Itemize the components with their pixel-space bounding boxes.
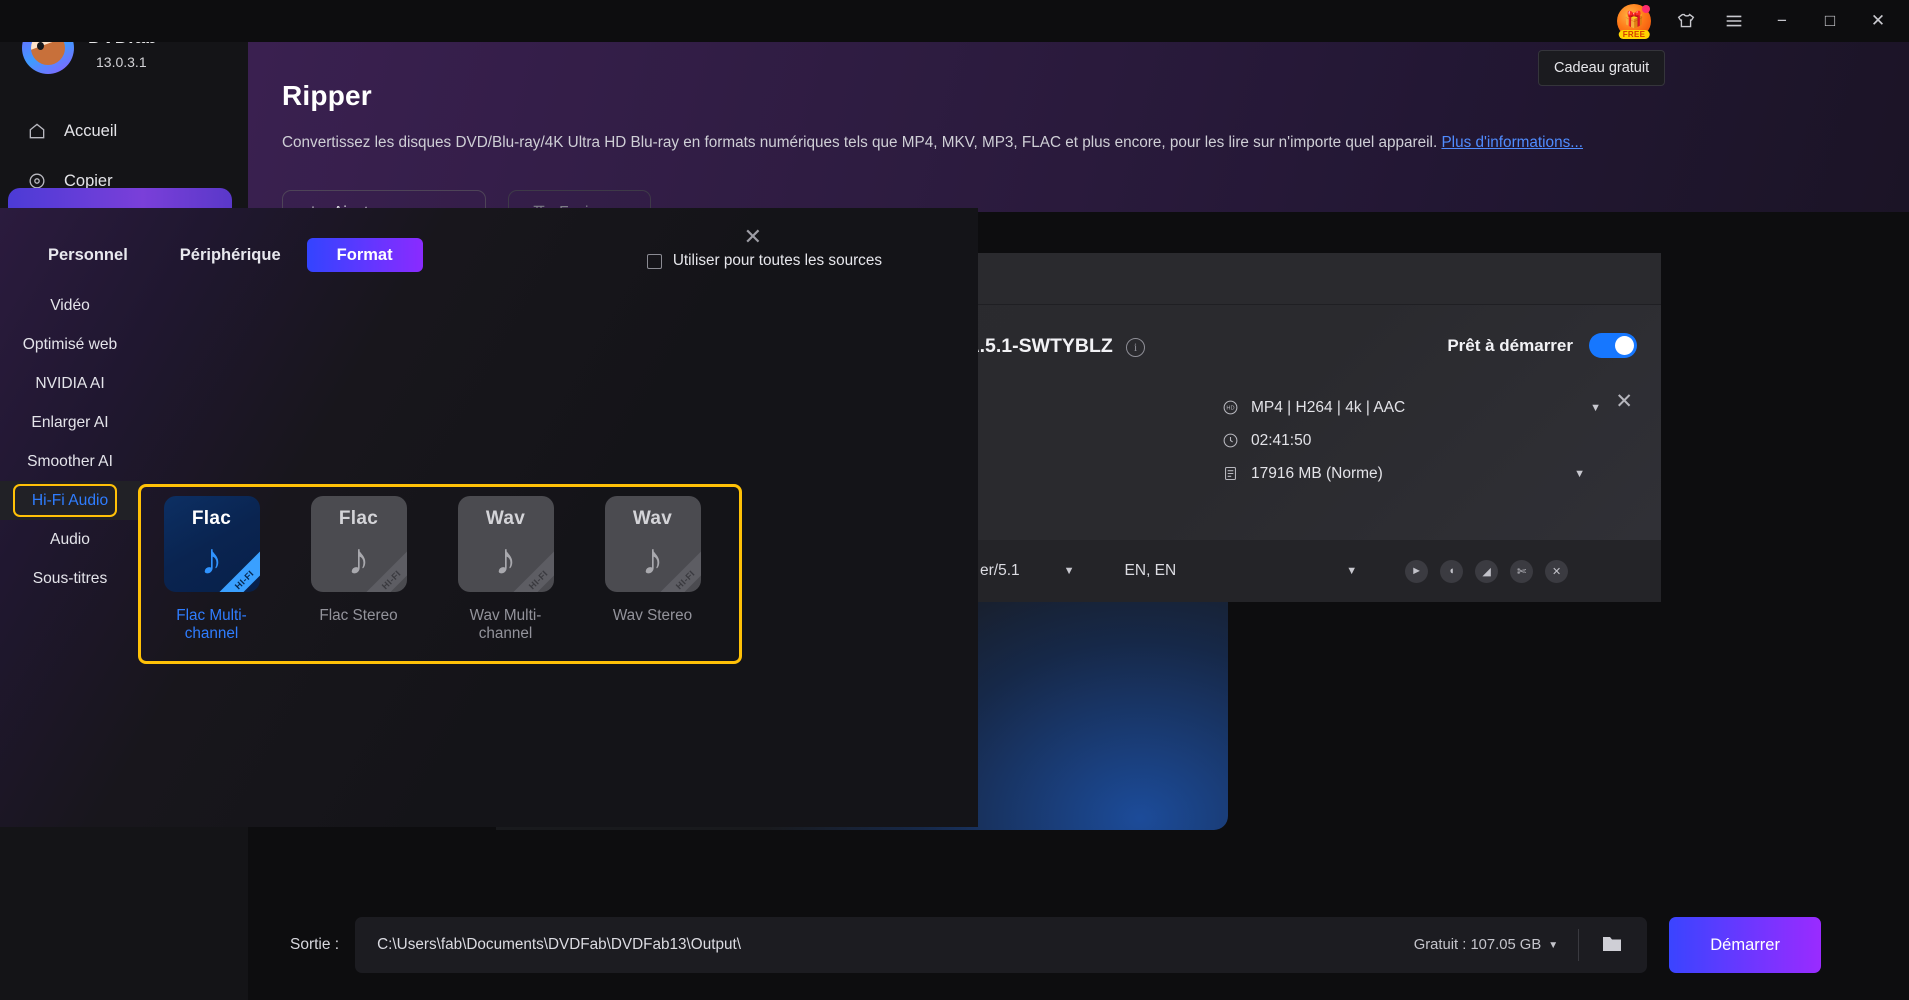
remove-icon[interactable]: ✕	[1545, 559, 1569, 583]
edit-icon[interactable]: ◢	[1475, 559, 1499, 583]
sidebar-item-label: Accueil	[64, 121, 118, 140]
popup-tabs: Personnel Périphérique Format	[22, 238, 423, 272]
menu-icon[interactable]	[1721, 8, 1747, 34]
category-nvidia-ai[interactable]: NVIDIA AI	[0, 364, 140, 403]
meta-format-row[interactable]: HD MP4 | H264 | 4k | AAC ▼	[1221, 391, 1601, 424]
info-icon[interactable]: i	[1126, 338, 1145, 357]
use-for-all-sources[interactable]: Utiliser pour toutes les sources	[646, 252, 882, 270]
divider	[1578, 929, 1580, 961]
chevron-down-icon[interactable]: ▼	[1590, 402, 1601, 414]
chevron-down-icon[interactable]: ▼	[1346, 565, 1357, 577]
output-path-field[interactable]: C:\Users\fab\Documents\DVDFab\DVDFab13\O…	[355, 917, 1648, 973]
format-thumb: Wav ♪ HI-FI	[457, 496, 554, 592]
meta-duration-row: 02:41:50	[1221, 424, 1551, 457]
output-label: Sortie :	[290, 936, 340, 953]
music-note-icon: ♪	[347, 535, 370, 584]
format-grid: Flac ♪ HI-FI Flac Multi-channel Flac ♪ H…	[152, 496, 712, 643]
notification-dot	[1642, 5, 1650, 13]
format-card-flac-stereo[interactable]: Flac ♪ HI-FI Flac Stereo	[299, 496, 418, 643]
meta-format-value: MP4 | H264 | 4k | AAC	[1251, 398, 1406, 416]
audio-track-select[interactable]: er/5.1	[980, 562, 1020, 580]
gift-free-badge: FREE	[1618, 30, 1650, 39]
tab-personnel[interactable]: Personnel	[22, 238, 154, 272]
use-all-checkbox[interactable]	[646, 253, 662, 269]
format-icon: HD	[1221, 398, 1240, 417]
chevron-down-icon[interactable]: ▼	[1574, 468, 1585, 480]
meta-duration-value: 02:41:50	[1251, 431, 1312, 449]
category-hifi-audio[interactable]: Hi-Fi Audio	[0, 481, 140, 520]
folder-icon[interactable]	[1599, 932, 1625, 958]
music-note-icon: ♪	[200, 535, 223, 584]
format-badge: Wav	[485, 508, 526, 529]
format-name: Wav Multi-channel	[469, 607, 542, 642]
format-badge: Flac	[338, 508, 379, 529]
start-button[interactable]: Démarrer	[1669, 917, 1822, 973]
page-description: Convertissez les disques DVD/Blu-ray/4K …	[282, 134, 1583, 152]
ready-toggle-group: Prêt à démarrer	[1447, 333, 1637, 358]
minimize-icon[interactable]: −	[1769, 8, 1795, 34]
music-note-icon: ♪	[494, 535, 517, 584]
tab-peripherique[interactable]: Périphérique	[154, 238, 307, 272]
category-enlarger-ai[interactable]: Enlarger AI	[0, 403, 140, 442]
gift-icon[interactable]: 🎁 FREE	[1617, 4, 1651, 39]
more-info-link[interactable]: Plus d'informations...	[1441, 134, 1583, 151]
format-card-wav-stereo[interactable]: Wav ♪ HI-FI Wav Stereo	[593, 496, 712, 643]
output-bar: Sortie : C:\Users\fab\Documents\DVDFab\D…	[248, 890, 1909, 1000]
sidebar-item-accueil[interactable]: Accueil	[0, 106, 248, 156]
meta-size-row[interactable]: 17916 MB (Norme) ▼	[1221, 457, 1585, 490]
format-name: Wav Stereo	[612, 607, 693, 624]
format-name: Flac Multi-channel	[176, 607, 247, 642]
shirt-icon[interactable]	[1673, 8, 1699, 34]
music-note-icon: ♪	[641, 535, 664, 584]
format-thumb: Flac ♪ HI-FI	[310, 496, 407, 592]
profile-chooser-popup: ✕ Utiliser pour toutes les sources Perso…	[0, 208, 978, 827]
output-path-value: C:\Users\fab\Documents\DVDFab\DVDFab13\O…	[377, 936, 741, 953]
maximize-icon[interactable]: □	[1817, 8, 1843, 34]
free-space-indicator[interactable]: Gratuit : 107.05 GB ▼	[1414, 937, 1558, 953]
format-card-wav-multichannel[interactable]: Wav ♪ HI-FI Wav Multi-channel	[446, 496, 565, 643]
cut-icon[interactable]: ✄	[1510, 559, 1534, 583]
popup-close-button[interactable]: ✕	[744, 224, 762, 250]
format-thumb: Flac ♪ HI-FI	[163, 496, 260, 592]
app-window: DVDfab 13.0.3.1 Accueil Copier Ripper	[0, 0, 1909, 1000]
ready-label: Prêt à démarrer	[1447, 335, 1573, 355]
category-optimise-web[interactable]: Optimisé web	[0, 325, 140, 364]
svg-text:HD: HD	[1226, 406, 1234, 412]
format-thumb: Wav ♪ HI-FI	[604, 496, 701, 592]
home-icon	[26, 120, 48, 142]
category-audio[interactable]: Audio	[0, 520, 140, 559]
page-title: Ripper	[282, 80, 372, 111]
category-sous-titres[interactable]: Sous-titres	[0, 559, 140, 598]
use-all-label: Utiliser pour toutes les sources	[672, 252, 882, 269]
meta-size-value: 17916 MB (Norme)	[1251, 464, 1383, 482]
clock-icon	[1221, 431, 1240, 450]
subtitle-track-select[interactable]: EN, EN	[1125, 562, 1177, 580]
category-smoother-ai[interactable]: Smoother AI	[0, 442, 140, 481]
play-icon[interactable]: ►	[1405, 559, 1429, 583]
ready-toggle[interactable]	[1589, 333, 1637, 358]
chevron-down-icon[interactable]: ▼	[1548, 940, 1558, 951]
format-badge: Wav	[632, 508, 673, 529]
chevron-down-icon[interactable]: ▼	[1064, 565, 1075, 577]
app-version: 13.0.3.1	[96, 54, 147, 70]
category-video[interactable]: Vidéo	[0, 286, 140, 325]
remove-task-button[interactable]: ✕	[1615, 389, 1633, 414]
gift-tooltip: Cadeau gratuit	[1538, 50, 1666, 86]
free-space-value: Gratuit : 107.05 GB	[1413, 937, 1542, 953]
format-card-flac-multichannel[interactable]: Flac ♪ HI-FI Flac Multi-channel	[152, 496, 271, 643]
category-hifi-audio-label: Hi-Fi Audio	[31, 491, 109, 509]
popup-category-list: Vidéo Optimisé web NVIDIA AI Enlarger AI…	[0, 286, 140, 598]
page-description-text: Convertissez les disques DVD/Blu-ray/4K …	[282, 134, 1438, 151]
format-name: Flac Stereo	[319, 607, 398, 624]
close-icon[interactable]: ✕	[1865, 8, 1891, 34]
task-meta: HD MP4 | H264 | 4k | AAC ▼ 02:41:50 1791…	[1221, 391, 1601, 490]
tab-format[interactable]: Format	[306, 238, 423, 272]
size-icon	[1221, 464, 1240, 483]
title-bar: 🎁 FREE − □ ✕	[0, 0, 1909, 42]
format-badge: Flac	[191, 508, 232, 529]
audio-icon[interactable]: ◖	[1440, 559, 1464, 583]
